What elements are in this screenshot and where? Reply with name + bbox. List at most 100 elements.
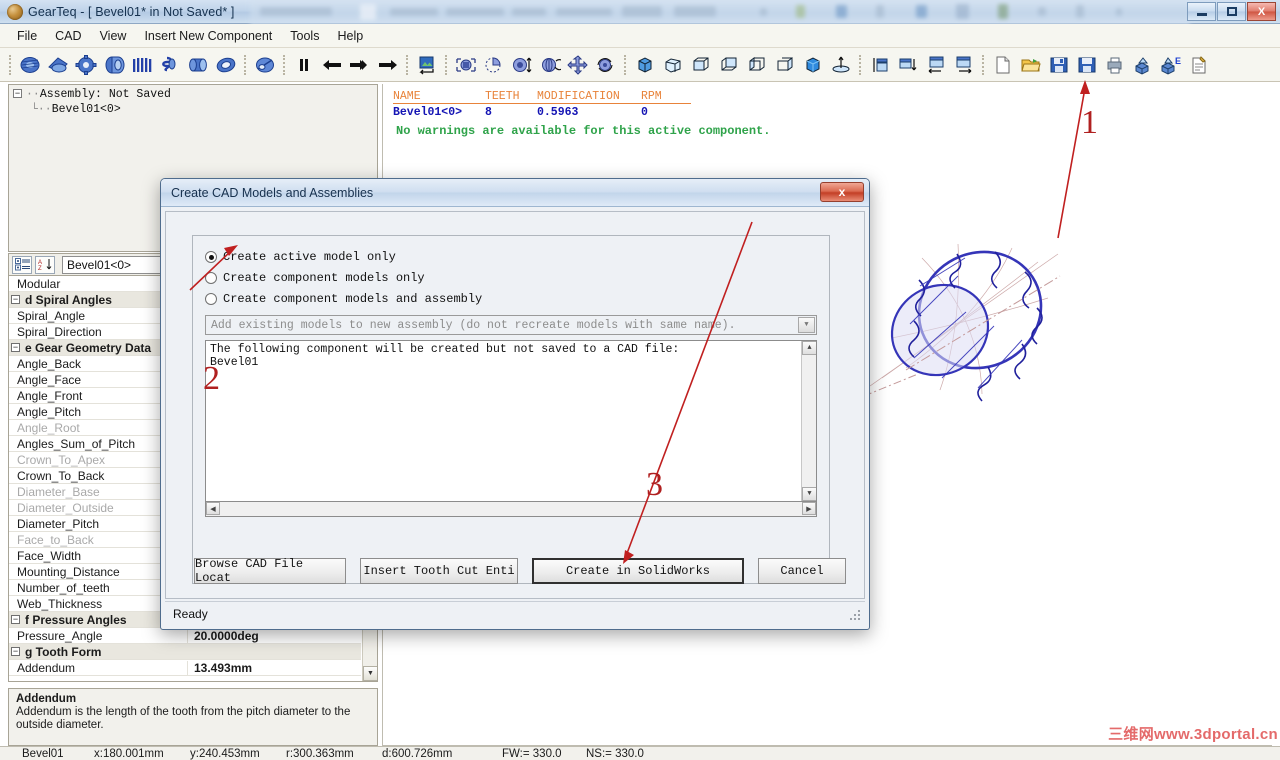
radio-create-component-models-and-assembly[interactable]: Create component models and assembly [205,292,829,306]
save-icon[interactable] [1046,52,1072,78]
svg-text:Z: Z [38,266,42,271]
scroll-up-icon[interactable]: ▲ [802,341,816,355]
minimize-button[interactable] [1187,2,1216,21]
create-model-icon[interactable] [1130,52,1156,78]
group-collapse-icon[interactable]: − [11,295,20,304]
browse-cad-file-location-button[interactable]: Browse CAD File Locat [194,557,346,585]
alphabetic-sort-icon[interactable]: AZ [35,255,55,274]
menu-view[interactable]: View [91,26,136,46]
radio-create-active-model-only[interactable]: Create active model only [205,250,829,264]
status-r: r:300.363mm [286,747,354,760]
existing-models-combo[interactable]: Add existing models to new assembly (do … [205,315,817,335]
view-trimetric-icon[interactable] [660,52,686,78]
rack-icon[interactable] [129,52,155,78]
spin-view-icon[interactable] [593,52,619,78]
property-value[interactable]: 20.0000deg [187,628,361,643]
property-row[interactable]: Addendum 13.493mm [9,660,361,676]
background-window-blur [250,0,1190,24]
menu-file[interactable]: File [8,26,46,46]
scroll-down-icon[interactable]: ▼ [363,666,377,681]
create-cad-models-dialog[interactable]: Create CAD Models and Assemblies x Creat… [160,178,870,630]
helical-gear-icon[interactable] [101,52,127,78]
align-right-icon[interactable] [951,52,977,78]
scroll-right-icon[interactable]: ▶ [802,502,816,515]
arrow-fast-forward-icon[interactable] [347,52,373,78]
property-group-row[interactable]: − g Tooth Form [9,644,361,660]
view-isometric-icon[interactable] [632,52,658,78]
menu-tools[interactable]: Tools [281,26,328,46]
new-file-icon[interactable] [990,52,1016,78]
assembly-tree-item-bevel01[interactable]: └··Bevel01<0> [9,101,377,116]
toolbar-separator [406,54,409,75]
property-value[interactable]: 13.493mm [187,660,361,675]
info-value-teeth: 8 [485,106,492,119]
existing-models-combo-value: Add existing models to new assembly (do … [211,318,736,332]
zoom-fit-icon[interactable] [453,52,479,78]
tile-horizontal-icon[interactable] [867,52,893,78]
group-collapse-icon[interactable]: − [11,615,20,624]
tree-collapse-icon[interactable]: − [13,89,22,98]
spline-shaft-icon[interactable] [185,52,211,78]
menu-insert-new-component[interactable]: Insert New Component [135,26,281,46]
radio-create-component-models-only[interactable]: Create component models only [205,271,829,285]
radio-button-icon[interactable] [205,272,217,284]
arrow-left-icon[interactable] [319,52,345,78]
view-back-icon[interactable] [716,52,742,78]
align-left-icon[interactable] [923,52,949,78]
arrow-right-icon[interactable] [375,52,401,78]
chevron-down-icon[interactable]: ▼ [798,317,815,333]
cancel-button[interactable]: Cancel [758,558,846,584]
rotate-view-icon[interactable] [537,52,563,78]
categorized-view-icon[interactable] [12,255,32,274]
zoom-in-out-icon[interactable] [509,52,535,78]
face-gear-icon[interactable] [252,52,278,78]
menu-help[interactable]: Help [328,26,372,46]
component-info-table: NAME TEETH MODIFICATION RPM Bevel01<0> 8… [393,90,691,119]
scroll-down-icon[interactable]: ▼ [802,487,816,501]
property-group-label: e Gear Geometry Data [25,340,152,355]
group-collapse-icon[interactable]: − [11,343,20,352]
view-right-icon[interactable] [772,52,798,78]
zoom-area-icon[interactable] [481,52,507,78]
bevel-gear-icon[interactable] [45,52,71,78]
image-export-icon[interactable] [414,52,440,78]
tile-vertical-icon[interactable] [895,52,921,78]
close-button[interactable]: X [1247,2,1276,21]
view-front-icon[interactable] [688,52,714,78]
open-folder-icon[interactable] [1018,52,1044,78]
view-left-icon[interactable] [744,52,770,78]
view-shaded-icon[interactable] [800,52,826,78]
menu-cad[interactable]: CAD [46,26,90,46]
dialog-close-button[interactable]: x [820,182,864,202]
scroll-left-icon[interactable]: ◀ [206,502,220,515]
assembly-tree-root[interactable]: − ··Assembly: Not Saved [9,85,377,101]
print-preview-icon[interactable] [1102,52,1128,78]
listbox-horizontal-scrollbar[interactable]: ◀ ▶ [205,502,817,517]
create-in-solidworks-button[interactable]: Create in SolidWorks [532,558,744,584]
spur-gear-icon[interactable] [17,52,43,78]
info-header-rpm: RPM [641,90,691,104]
toolbar-separator [859,54,862,75]
radio-button-icon[interactable] [205,293,217,305]
create-model-e-icon[interactable]: E [1158,52,1184,78]
dialog-resize-grip[interactable] [850,610,862,622]
property-row[interactable]: Pressure_Angle 20.0000deg [9,628,361,644]
site-watermark: 三维网www.3dportal.cn [1108,723,1278,744]
insert-tooth-cut-entities-button[interactable]: Insert Tooth Cut Enti [360,558,518,584]
worm-icon[interactable] [157,52,183,78]
maximize-button[interactable] [1217,2,1246,21]
components-listbox[interactable]: The following component will be created … [205,340,817,502]
pause-icon[interactable] [291,52,317,78]
radio-button-icon[interactable] [205,251,217,263]
ring-gear-icon[interactable] [213,52,239,78]
sprocket-icon[interactable] [73,52,99,78]
view-normal-to-icon[interactable] [828,52,854,78]
status-component: Bevel01 [22,747,64,760]
bevel-gear-3d-model[interactable] [862,218,1082,408]
group-collapse-icon[interactable]: − [11,647,20,656]
edit-properties-icon[interactable] [1186,52,1212,78]
pan-view-icon[interactable] [565,52,591,78]
assembly-tree-item-label: Bevel01<0> [51,103,121,116]
listbox-vertical-scrollbar[interactable]: ▲ ▼ [801,341,816,501]
save-as-icon[interactable] [1074,52,1100,78]
